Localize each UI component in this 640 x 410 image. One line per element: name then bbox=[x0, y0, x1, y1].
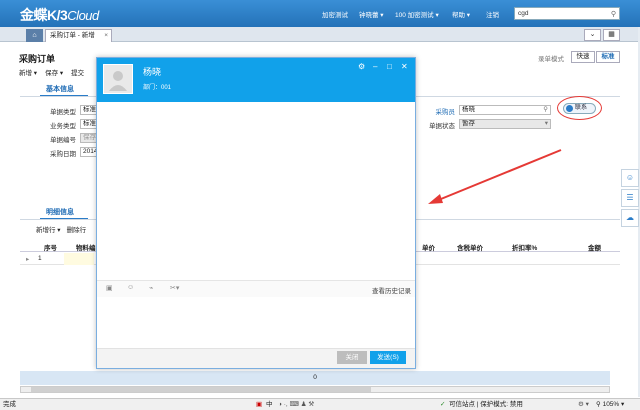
row-index: 1 bbox=[38, 255, 42, 262]
smile-icon[interactable]: ☺ bbox=[621, 169, 639, 187]
mode-label: 录单模式 bbox=[538, 56, 564, 63]
new-button[interactable]: 新增 ▾ bbox=[19, 70, 37, 77]
close-icon[interactable]: × bbox=[104, 30, 108, 41]
chat-message-area[interactable] bbox=[97, 102, 415, 280]
history-link[interactable]: 查看历史记录 bbox=[372, 285, 411, 295]
mode-fast-button[interactable]: 快速 bbox=[571, 51, 595, 63]
nav-item-org[interactable]: 100 加密测试 ▾ bbox=[395, 9, 439, 19]
close-button[interactable]: 关闭 bbox=[337, 351, 367, 364]
emoji-icon[interactable]: ☺ bbox=[127, 284, 134, 291]
grid-total-row: 0 bbox=[20, 371, 610, 385]
page-title: 采购订单 bbox=[19, 54, 56, 64]
section-detail-info[interactable]: 明细信息 bbox=[46, 207, 74, 217]
image-icon[interactable]: ▣ bbox=[106, 284, 113, 292]
status-field[interactable]: 暂存 ▾ bbox=[459, 119, 551, 129]
check-icon: ✓ bbox=[440, 401, 446, 408]
field-label-purchase-date: 采购日期 bbox=[50, 151, 76, 158]
chat-window: 杨晓 部门：001 ⚙ – □ ✕ ▣ ☺ ⌁ ✂▾ 查看历史记录 关闭 发送(… bbox=[96, 57, 416, 369]
contact-button[interactable]: 联系 bbox=[563, 103, 596, 114]
status-bar: 完成 ▣ 中 ◑ ·, ⌨ ♟ ⚒ ✓ 可信站点 | 保护模式: 禁用 ⚙ ▾ … bbox=[0, 398, 640, 410]
col-amount: 金额 bbox=[588, 245, 601, 252]
search-icon[interactable]: ⚲ bbox=[543, 106, 548, 114]
security-zone: 可信站点 | 保护模式: 禁用 bbox=[449, 401, 523, 408]
detail-toolbar: 新增行 ▾ 删除行 bbox=[36, 224, 86, 234]
settings-icon[interactable]: ⚙ bbox=[358, 62, 365, 71]
tab-list-button[interactable]: ⌄ bbox=[584, 29, 601, 41]
screenshot-icon[interactable]: ✂▾ bbox=[170, 284, 179, 292]
ime-toolbar-icons[interactable]: ◑ ·, ⌨ ♟ ⚒ bbox=[278, 399, 314, 410]
global-search-input[interactable]: cgd ⚲ bbox=[514, 7, 620, 20]
field-label-buyer[interactable]: 采购员 bbox=[415, 106, 456, 116]
close-icon[interactable]: ✕ bbox=[401, 62, 408, 71]
chat-icon bbox=[566, 105, 573, 112]
zoom-level[interactable]: ⚲ 105% ▾ bbox=[596, 399, 624, 410]
nav-item-encrypt-test[interactable]: 加密测试 bbox=[322, 9, 348, 19]
add-row-button[interactable]: 新增行 ▾ bbox=[36, 227, 61, 234]
protect-icon[interactable]: ⚙ ▾ bbox=[578, 399, 589, 410]
mode-standard-button[interactable]: 标准 bbox=[596, 51, 620, 63]
avatar bbox=[103, 64, 133, 94]
grid-icon: ▦ bbox=[608, 31, 615, 38]
chevron-down-icon: ⌄ bbox=[589, 31, 596, 38]
home-tab[interactable]: ⌂ bbox=[26, 29, 43, 42]
chat-toolbar: ▣ ☺ ⌁ ✂▾ 查看历史记录 bbox=[97, 280, 415, 297]
ime-mode[interactable]: 中 bbox=[266, 399, 273, 410]
message-icon[interactable]: ☰ bbox=[621, 189, 639, 207]
nav-item-logout[interactable]: 注销 bbox=[486, 9, 499, 19]
home-icon: ⌂ bbox=[32, 32, 37, 39]
field-label-doc-no: 单据编号 bbox=[50, 137, 76, 144]
maximize-icon[interactable]: □ bbox=[387, 62, 392, 71]
section-basic-info[interactable]: 基本信息 bbox=[46, 84, 74, 94]
minimize-icon[interactable]: – bbox=[373, 62, 377, 71]
col-index: 序号 bbox=[44, 245, 57, 252]
scrollbar-thumb[interactable] bbox=[31, 387, 371, 392]
status-text: 完成 bbox=[3, 401, 16, 408]
col-tax-price: 含税单价 bbox=[457, 245, 483, 252]
main-toolbar: 新增 ▾ 保存 ▾ 提交 bbox=[19, 67, 92, 77]
col-discount: 折扣率% bbox=[512, 245, 538, 252]
chat-input[interactable] bbox=[97, 298, 415, 348]
col-material: 物料编 bbox=[76, 245, 96, 252]
send-button[interactable]: 发送(S) bbox=[370, 351, 406, 364]
delete-row-button[interactable]: 删除行 bbox=[67, 227, 87, 234]
attachment-icon[interactable]: ⌁ bbox=[149, 284, 153, 292]
save-button[interactable]: 保存 ▾ bbox=[45, 70, 63, 77]
col-price: 单价 bbox=[422, 245, 435, 252]
ime-logo-icon: ▣ bbox=[256, 401, 263, 408]
buyer-field[interactable]: 杨晓 ⚲ bbox=[459, 105, 551, 115]
nav-item-user[interactable]: 钟晓蕾 ▾ bbox=[359, 9, 384, 19]
submit-button[interactable]: 提交 bbox=[71, 70, 84, 77]
user-icon bbox=[109, 71, 127, 91]
app-logo: 金蝶K/3Cloud bbox=[20, 7, 99, 23]
material-cell[interactable] bbox=[64, 253, 94, 265]
tab-grid-button[interactable]: ▦ bbox=[603, 29, 620, 41]
chevron-down-icon: ▾ bbox=[544, 120, 548, 127]
cloud-icon[interactable]: ☁ bbox=[621, 209, 639, 227]
field-label-doc-type: 单据类型 bbox=[50, 109, 76, 116]
field-label-biz-type: 业务类型 bbox=[50, 123, 76, 130]
chat-contact-dept: 部门：001 bbox=[143, 85, 172, 91]
chat-footer bbox=[97, 348, 415, 368]
annotation-arrow bbox=[428, 149, 562, 204]
chat-contact-name: 杨晓 bbox=[143, 67, 162, 77]
row-pointer-icon: ▸ bbox=[26, 256, 30, 263]
horizontal-scrollbar[interactable] bbox=[20, 386, 610, 393]
search-icon[interactable]: ⚲ bbox=[611, 10, 616, 18]
nav-item-help[interactable]: 帮助 ▾ bbox=[452, 9, 470, 19]
tab-purchase-order[interactable]: 采购订单 - 新增 × bbox=[45, 29, 112, 42]
field-label-status: 单据状态 bbox=[429, 123, 455, 130]
